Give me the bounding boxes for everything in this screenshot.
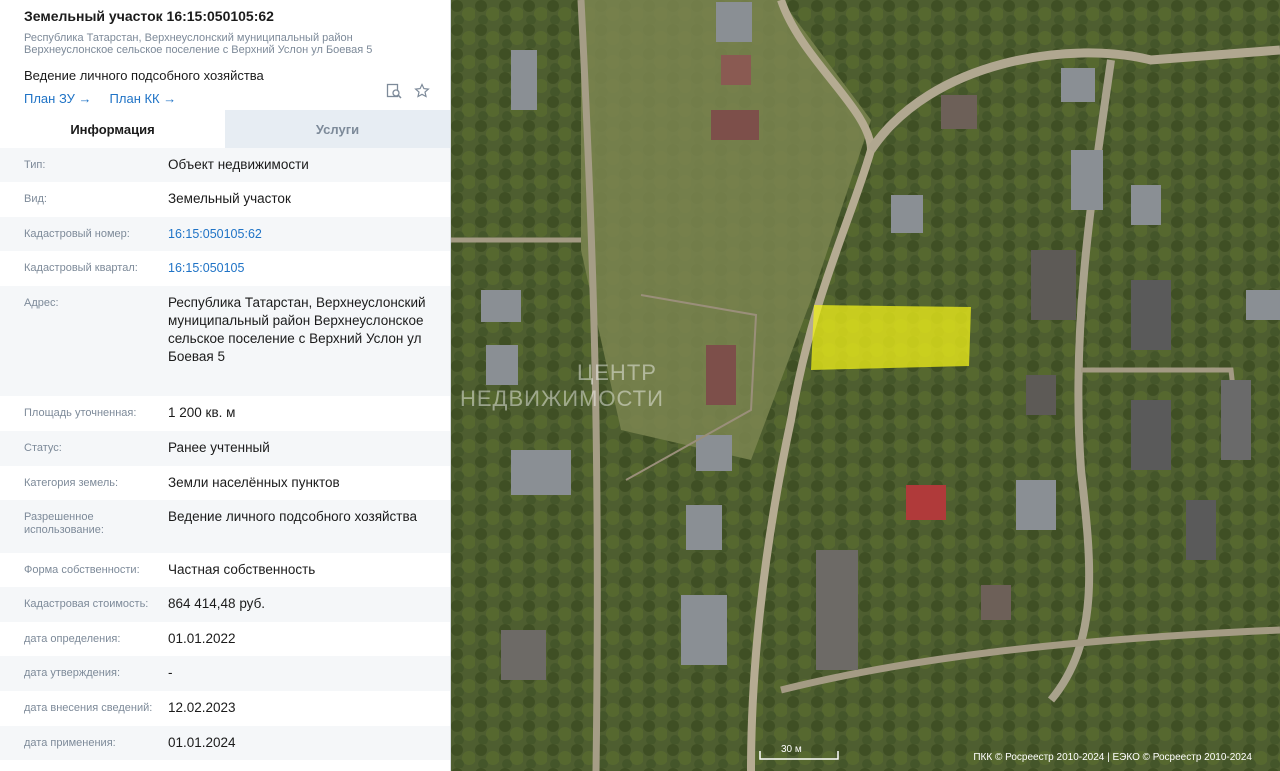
row-value: Ранее учтенный (168, 440, 270, 455)
row-value: Земельный участок (168, 191, 291, 206)
row-value: 01.01.2024 (168, 735, 236, 750)
row-key: Кадастровая стоимость: (24, 598, 149, 610)
map-attribution: ПКК © Росреестр 2010-2024 | ЕЭКО © Росре… (973, 752, 1252, 763)
row-status: Статус: Ранее учтенный (0, 431, 450, 466)
cadastral-quarter-link[interactable]: 16:15:050105 (168, 251, 426, 286)
scale-label: 30 м (781, 744, 802, 755)
row-key: Категория земель: (24, 477, 119, 489)
row-entry-date: дата внесения сведений: 12.02.2023 (0, 691, 450, 726)
row-key: Разрешенное использование: (24, 511, 104, 536)
row-key: Вид: (24, 193, 47, 205)
row-determination-date: дата определения: 01.01.2022 (0, 622, 450, 656)
row-key: дата применения: (24, 737, 116, 749)
row-cadastral-value: Кадастровая стоимость: 864 414,48 руб. (0, 587, 450, 622)
row-value: Земли населённых пунктов (168, 475, 340, 490)
info-panel: Земельный участок 16:15:050105:62 Респуб… (0, 0, 451, 771)
row-ownership: Форма собственности: Частная собственност… (0, 553, 450, 587)
watermark: ЦЕНТР НЕДВИЖИМОСТИ (460, 360, 664, 412)
row-value: Объект недвижимости (168, 157, 309, 172)
row-area: Площадь уточненная: 1 200 кв. м (0, 396, 450, 431)
page-title: Земельный участок 16:15:050105:62 (24, 8, 274, 24)
panel-header: Земельный участок 16:15:050105:62 Респуб… (0, 0, 450, 106)
watermark-line-1: ЦЕНТР (576, 360, 657, 385)
address-line-1: Республика Татарстан, Верхнеуслонский му… (24, 32, 353, 44)
row-value: 1 200 кв. м (168, 405, 236, 420)
row-key: Кадастровый квартал: (24, 262, 138, 274)
row-key: Адрес: (24, 297, 59, 309)
row-key: дата утверждения: (24, 667, 121, 679)
row-cadastral-number: Кадастровый номер: 16:15:050105:62 (0, 217, 450, 251)
row-value: Частная собственность (168, 562, 316, 577)
row-address: Адрес: Республика Татарстан, Верхнеуслонс… (0, 286, 450, 396)
row-key: Статус: (24, 442, 62, 454)
cadastral-number-link[interactable]: 16:15:050105:62 (168, 217, 426, 251)
star-icon[interactable] (414, 83, 430, 104)
row-approval-date: дата утверждения: - (0, 656, 450, 691)
parcel-highlight[interactable] (811, 305, 971, 370)
row-cadastral-quarter: Кадастровый квартал: 16:15:050105 (0, 251, 450, 286)
row-key: дата определения: (24, 633, 121, 645)
watermark-line-2: НЕДВИЖИМОСТИ (460, 386, 664, 411)
tab-services[interactable]: Услуги (225, 110, 450, 148)
row-key: Тип: (24, 159, 46, 171)
row-key: Кадастровый номер: (24, 228, 130, 240)
row-permitted-use: Разрешенное использование: Ведение личног… (0, 500, 450, 553)
search-doc-icon[interactable] (386, 83, 402, 104)
row-value: Республика Татарстан, Верхнеуслонский му… (168, 295, 426, 364)
address-small: Республика Татарстан, Верхнеуслонский му… (24, 32, 426, 56)
info-table: Тип: Объект недвижимости Вид: Земельный уч… (0, 148, 450, 760)
permitted-use: Ведение личного подсобного хозяйства (24, 68, 264, 83)
row-kind: Вид: Земельный участок (0, 182, 450, 217)
row-value: Ведение личного подсобного хозяйства (168, 509, 418, 524)
row-key: Площадь уточненная: (24, 407, 137, 419)
row-type: Тип: Объект недвижимости (0, 148, 450, 182)
row-application-date: дата применения: 01.01.2024 (0, 726, 450, 760)
row-value: 01.01.2022 (168, 631, 236, 646)
plan-zu-link[interactable]: План ЗУ → (24, 91, 92, 106)
plan-kk-link[interactable]: План КК → (110, 91, 177, 106)
address-line-2: Верхнеуслонское сельское поселение с Вер… (24, 44, 373, 56)
header-actions (386, 83, 430, 104)
tab-info[interactable]: Информация (0, 110, 225, 148)
tab-bar: Информация Услуги (0, 110, 450, 148)
row-key: дата внесения сведений: (24, 702, 153, 714)
row-value: 864 414,48 руб. (168, 596, 266, 611)
plan-links: План ЗУ → План КК → (24, 91, 426, 106)
row-value: 12.02.2023 (168, 700, 236, 715)
scale-bar: 30 м (759, 744, 839, 760)
row-key: Форма собственности: (24, 564, 140, 576)
row-value: - (168, 665, 173, 680)
row-land-category: Категория земель: Земли населённых пункто… (0, 466, 450, 500)
